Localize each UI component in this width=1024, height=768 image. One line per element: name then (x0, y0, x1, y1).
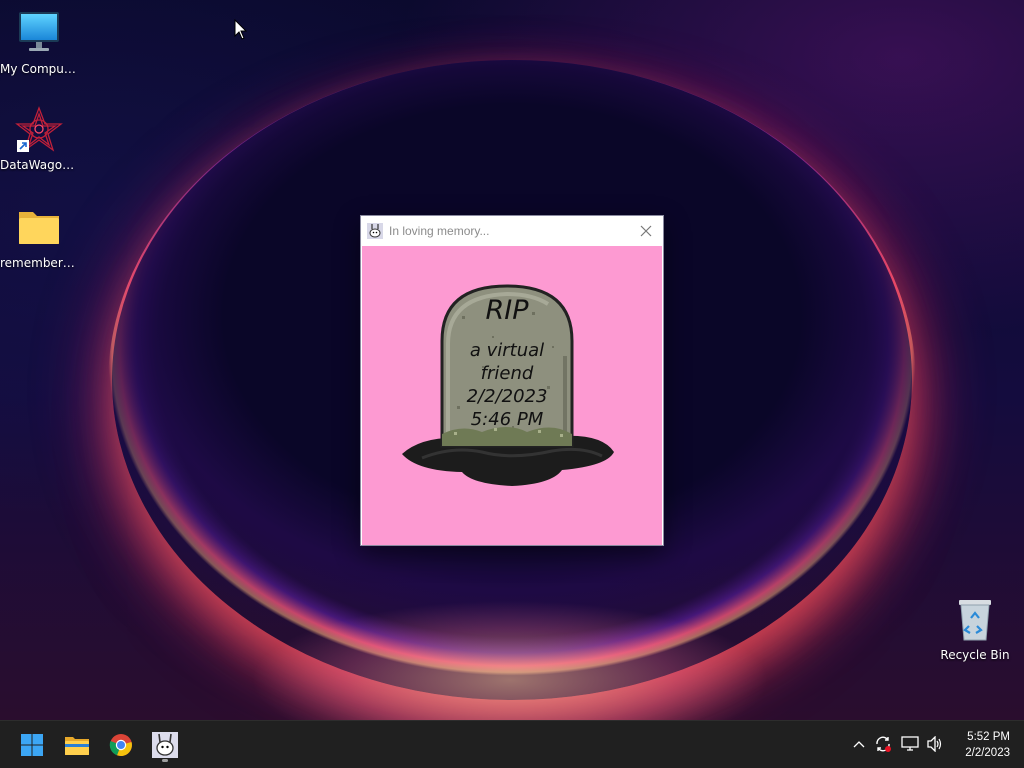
desktop: My Computer DataWagon... remember_... Re… (0, 0, 1024, 720)
tombstone-heading: RIP (485, 295, 529, 326)
desktop-icon-label: DataWagon... (0, 158, 78, 172)
active-app-indicator (162, 759, 168, 762)
sync-status-button[interactable] (872, 733, 894, 755)
windows-start-icon (21, 734, 43, 756)
close-icon (640, 225, 652, 237)
tombstone-line1: a virtual (469, 340, 545, 361)
memorial-window[interactable]: In loving memory... RIP a virtual friend… (360, 215, 664, 546)
desktop-icon-my-computer[interactable]: My Computer (0, 10, 78, 76)
folder-icon (15, 204, 63, 252)
datawagon-shortcut-icon (15, 106, 63, 154)
taskbar-clock[interactable]: 5:52 PM 2/2/2023 (965, 729, 1010, 761)
volume-icon (927, 736, 942, 752)
chevron-up-icon (853, 741, 865, 748)
taskbar-virtual-pet[interactable] (145, 727, 185, 763)
taskbar: 5:52 PM 2/2/2023 (0, 720, 1024, 768)
desktop-icon-label: remember_... (0, 256, 78, 270)
monitor-icon (15, 10, 63, 58)
close-button[interactable] (635, 220, 657, 242)
desktop-icon-remember-folder[interactable]: remember_... (0, 204, 78, 270)
tombstone-line2: friend (480, 363, 534, 384)
desktop-icon-label: My Computer (0, 62, 78, 76)
window-title: In loving memory... (389, 224, 490, 238)
clock-time: 5:52 PM (967, 731, 1010, 743)
tombstone-date: 2/2/2023 (466, 386, 548, 407)
mouse-cursor-icon (234, 19, 248, 40)
recycle-bin-icon (951, 596, 999, 644)
clock-date: 2/2/2023 (965, 747, 1010, 759)
window-titlebar[interactable]: In loving memory... (361, 216, 663, 246)
network-button[interactable] (899, 733, 921, 755)
folder-icon (65, 737, 89, 755)
memorial-canvas: RIP a virtual friend 2/2/2023 5:46 PM (362, 246, 662, 545)
taskbar-chrome[interactable] (101, 727, 141, 763)
chrome-icon (109, 734, 132, 757)
volume-button[interactable] (924, 733, 946, 755)
show-hidden-icons-button[interactable] (848, 733, 870, 755)
virtual-pet-icon (367, 223, 383, 239)
desktop-icon-label: Recycle Bin (940, 648, 1010, 662)
taskbar-file-explorer[interactable] (57, 727, 97, 763)
desktop-icon-recycle-bin[interactable]: Recycle Bin (936, 596, 1014, 662)
network-icon (901, 736, 919, 751)
virtual-pet-icon (152, 732, 178, 758)
sync-icon (876, 736, 891, 752)
start-button[interactable] (12, 727, 52, 763)
desktop-icon-datawagon[interactable]: DataWagon... (0, 106, 78, 172)
tombstone-time: 5:46 PM (470, 409, 544, 430)
